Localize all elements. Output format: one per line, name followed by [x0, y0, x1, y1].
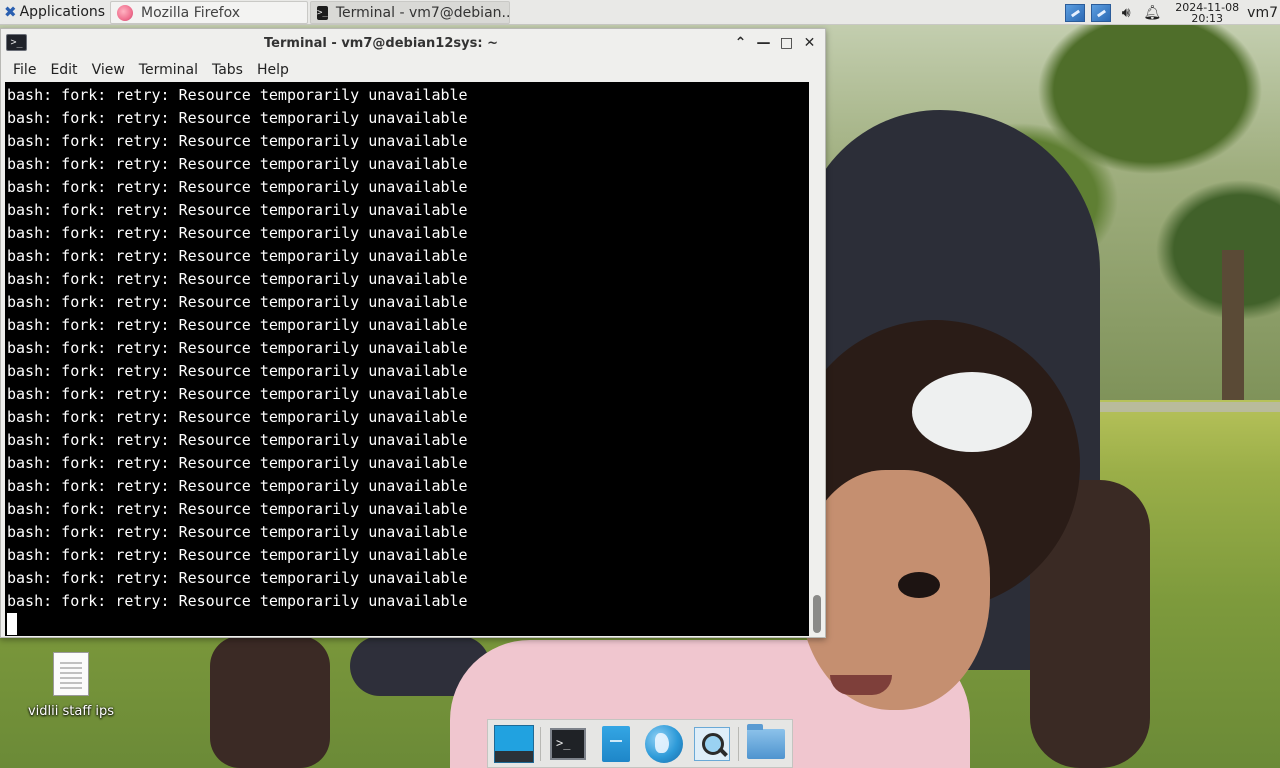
terminal-output-line: bash: fork: retry: Resource temporarily … [7, 316, 468, 334]
terminal-lines: bash: fork: retry: Resource temporarily … [5, 82, 809, 635]
terminal-output-line: bash: fork: retry: Resource temporarily … [7, 247, 468, 265]
menu-bar: File Edit View Terminal Tabs Help [1, 57, 825, 83]
system-tray: 🔊︎ 🔔︎ 2024-11-08 20:13 vm7 [1065, 0, 1280, 25]
terminal-output-line: bash: fork: retry: Resource temporarily … [7, 339, 468, 357]
terminal-output-line: bash: fork: retry: Resource temporarily … [7, 408, 468, 426]
window-title: Terminal - vm7@debian12sys: ~ [264, 35, 498, 51]
menu-view[interactable]: View [85, 62, 132, 78]
menu-edit[interactable]: Edit [43, 62, 84, 78]
desktop-file-label: vidlii staff ips [27, 704, 115, 719]
dock-panel: >_ [487, 719, 793, 768]
menu-file[interactable]: File [6, 62, 43, 78]
app-finder-icon [694, 726, 730, 761]
terminal-output-line: bash: fork: retry: Resource temporarily … [7, 178, 468, 196]
clock-date: 2024-11-08 [1175, 0, 1240, 14]
network-icon-2[interactable] [1091, 3, 1112, 22]
wallpaper-path [1090, 402, 1280, 412]
terminal-cursor [7, 613, 17, 635]
desktop-file-icon[interactable]: vidlii staff ips [20, 652, 122, 719]
wallpaper-leg [210, 636, 330, 768]
dock-separator [738, 726, 739, 761]
terminal-output-line: bash: fork: retry: Resource temporarily … [7, 500, 468, 518]
dock-separator [540, 726, 541, 761]
wallpaper-tree-trunk [1222, 250, 1244, 400]
menu-terminal[interactable]: Terminal [132, 62, 205, 78]
taskbar-firefox-button[interactable]: Mozilla Firefox [110, 1, 308, 24]
scrollbar-thumb[interactable] [813, 595, 821, 633]
folder-icon [747, 723, 785, 759]
dock-folder-button[interactable] [744, 722, 788, 766]
notification-bell-icon[interactable]: 🔔︎ [1143, 5, 1161, 21]
clock-time: 20:13 [1191, 11, 1224, 25]
terminal-output-line: bash: fork: retry: Resource temporarily … [7, 477, 468, 495]
terminal-scrollbar[interactable] [809, 82, 825, 636]
wallpaper-child-face [800, 470, 990, 710]
applications-menu-button[interactable]: ✖ Applications [0, 0, 108, 25]
terminal-output-line: bash: fork: retry: Resource temporarily … [7, 546, 468, 564]
terminal-output-line: bash: fork: retry: Resource temporarily … [7, 201, 468, 219]
terminal-output-line: bash: fork: retry: Resource temporarily … [7, 362, 468, 380]
terminal-output-line: bash: fork: retry: Resource temporarily … [7, 132, 468, 150]
terminal-window: >_ Terminal - vm7@debian12sys: ~ ⌃ — □ ✕… [0, 28, 826, 638]
file-manager-icon [602, 725, 630, 762]
menu-help[interactable]: Help [250, 62, 296, 78]
menu-tabs[interactable]: Tabs [205, 62, 250, 78]
taskbar-firefox-label: Mozilla Firefox [141, 4, 241, 21]
shade-button[interactable]: ⌃ [729, 32, 752, 54]
close-button[interactable]: ✕ [798, 32, 821, 54]
panel-clock[interactable]: 2024-11-08 20:13 [1175, 2, 1239, 24]
terminal-output-line: bash: fork: retry: Resource temporarily … [7, 569, 468, 587]
user-menu-button[interactable]: vm7 [1247, 5, 1280, 21]
terminal-output-line: bash: fork: retry: Resource temporarily … [7, 86, 468, 104]
show-desktop-icon [494, 724, 534, 763]
applications-menu-label: Applications [19, 4, 106, 20]
terminal-output-line: bash: fork: retry: Resource temporarily … [7, 592, 468, 610]
terminal-output-line: bash: fork: retry: Resource temporarily … [7, 454, 468, 472]
dock-web-browser-button[interactable] [642, 722, 686, 766]
wallpaper-child-eye [898, 572, 940, 598]
dock-file-manager-button[interactable] [594, 722, 638, 766]
terminal-icon: >_ [550, 727, 586, 760]
xfce-mouse-icon: ✖ [4, 3, 17, 21]
terminal-output-line: bash: fork: retry: Resource temporarily … [7, 224, 468, 242]
dock-terminal-button[interactable]: >_ [546, 722, 590, 766]
terminal-output-line: bash: fork: retry: Resource temporarily … [7, 293, 468, 311]
text-document-icon [53, 652, 89, 696]
minimize-button[interactable]: — [752, 32, 775, 54]
network-icon[interactable] [1065, 3, 1086, 22]
terminal-icon: >_ [317, 5, 328, 20]
window-controls: ⌃ — □ ✕ [729, 32, 821, 54]
taskbar-terminal-label: Terminal - vm7@debian... [335, 4, 510, 21]
maximize-button[interactable]: □ [775, 32, 798, 54]
terminal-output-line: bash: fork: retry: Resource temporarily … [7, 431, 468, 449]
firefox-icon [117, 4, 133, 21]
terminal-output-area[interactable]: bash: fork: retry: Resource temporarily … [5, 82, 809, 636]
window-titlebar[interactable]: >_ Terminal - vm7@debian12sys: ~ ⌃ — □ ✕ [1, 29, 825, 57]
dock-show-desktop-button[interactable] [492, 722, 536, 766]
terminal-output-line: bash: fork: retry: Resource temporarily … [7, 385, 468, 403]
wallpaper-hair-bow [912, 372, 1032, 452]
terminal-output-line: bash: fork: retry: Resource temporarily … [7, 109, 468, 127]
web-browser-icon [645, 724, 683, 763]
dock-app-finder-button[interactable] [690, 722, 734, 766]
terminal-output-line: bash: fork: retry: Resource temporarily … [7, 155, 468, 173]
top-panel: ✖ Applications Mozilla Firefox >_ Termin… [0, 0, 1280, 25]
volume-icon[interactable]: 🔊︎ [1117, 5, 1135, 21]
terminal-output-line: bash: fork: retry: Resource temporarily … [7, 270, 468, 288]
taskbar-terminal-button[interactable]: >_ Terminal - vm7@debian... [310, 1, 510, 24]
terminal-output-line: bash: fork: retry: Resource temporarily … [7, 523, 468, 541]
